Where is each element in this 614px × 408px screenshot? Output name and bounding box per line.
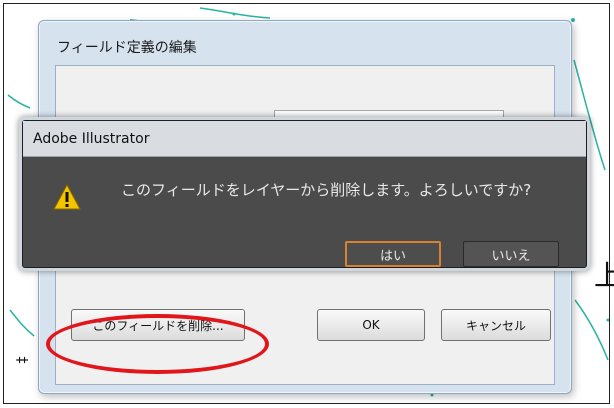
dialog-title: フィールド定義の編集 <box>57 40 197 56</box>
yes-button[interactable]: はい <box>345 241 441 267</box>
alert-message: このフィールドをレイヤーから削除します。よろしいですか? <box>121 181 532 199</box>
ok-button[interactable]: OK <box>317 309 425 341</box>
illustrator-alert-dialog: Adobe Illustrator このフィールドをレイヤーから削除します。よろ… <box>22 120 587 268</box>
annotation-highlight-ellipse <box>46 314 269 374</box>
no-button[interactable]: いいえ <box>463 241 559 267</box>
alert-title: Adobe Illustrator <box>33 131 150 147</box>
cancel-button[interactable]: キャンセル <box>441 309 551 341</box>
warning-icon <box>53 183 81 210</box>
alert-titlebar: Adobe Illustrator <box>23 121 586 157</box>
background-symbol: ‡ <box>13 356 30 364</box>
background-text-fragment: 上 <box>594 259 614 292</box>
